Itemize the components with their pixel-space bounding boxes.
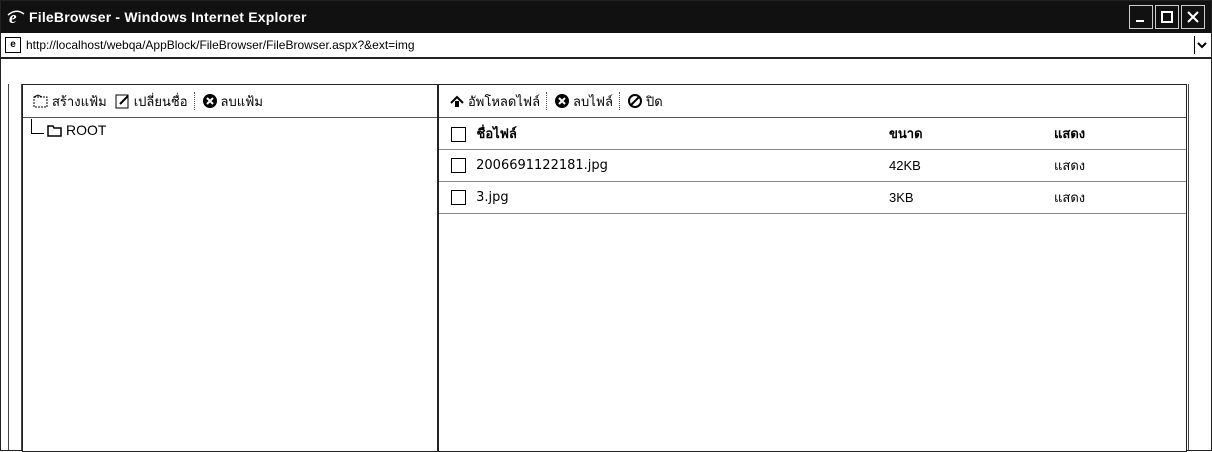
row-checkbox[interactable] <box>451 158 466 173</box>
address-bar: e http://localhost/webqa/AppBlock/FileBr… <box>1 33 1211 59</box>
ie-logo-icon: e <box>6 7 26 27</box>
maximize-icon[interactable] <box>1155 5 1179 29</box>
create-folder-label: สร้างแฟ้ม <box>52 94 107 110</box>
delete-x-icon <box>202 93 218 109</box>
cancel-icon <box>627 93 643 109</box>
delete-file-button[interactable]: ลบไฟล์ <box>550 89 617 113</box>
toolbar-separator <box>618 92 621 110</box>
file-toolbar: อัพโหลดไฟล์ ลบไฟล์ ปิด <box>439 85 1186 118</box>
tree-connector <box>31 118 44 134</box>
minimize-icon[interactable] <box>1129 5 1153 29</box>
folder-tree: ROOT <box>23 118 437 138</box>
new-folder-icon <box>33 93 49 109</box>
window-controls <box>1129 5 1205 29</box>
window-title: FileBrowser - Windows Internet Explorer <box>29 9 307 25</box>
table-header-row: ชื่อไฟล์ ขนาด แสดง <box>439 118 1186 150</box>
file-size: 42KB <box>889 158 921 173</box>
right-scroll-edge <box>1188 84 1205 450</box>
folder-toolbar: สร้างแฟ้ม เปลี่ยนชื่อ ลบแฟ้ม <box>23 85 437 118</box>
view-link[interactable]: แสดง <box>1054 150 1186 182</box>
file-size: 3KB <box>889 190 914 205</box>
address-url[interactable]: http://localhost/webqa/AppBlock/FileBrow… <box>26 38 1194 52</box>
tree-node-root[interactable]: ROOT <box>31 118 437 138</box>
folder-icon <box>47 122 63 138</box>
tree-root-label: ROOT <box>66 122 107 138</box>
upload-button[interactable]: อัพโหลดไฟล์ <box>445 89 544 113</box>
file-name: 3.jpg <box>476 190 509 205</box>
toolbar-separator <box>193 92 196 110</box>
file-table: ชื่อไฟล์ ขนาด แสดง 2006691122181.jpg 42K… <box>439 118 1186 214</box>
header-size: ขนาด <box>889 126 923 141</box>
view-link[interactable]: แสดง <box>1054 182 1186 214</box>
file-name: 2006691122181.jpg <box>476 158 608 173</box>
table-row: 2006691122181.jpg 42KB แสดง <box>439 150 1186 182</box>
delete-folder-button[interactable]: ลบแฟ้ม <box>198 89 267 113</box>
file-name-cell: 2006691122181.jpg <box>439 150 889 182</box>
folder-pane: สร้างแฟ้ม เปลี่ยนชื่อ ลบแฟ้ม ROOT <box>22 84 438 452</box>
file-name-cell: 3.jpg <box>439 182 889 214</box>
rename-icon <box>115 93 131 109</box>
left-scroll-edge <box>8 84 22 450</box>
rename-label: เปลี่ยนชื่อ <box>133 94 188 110</box>
delete-folder-label: ลบแฟ้ม <box>220 94 263 110</box>
delete-x-icon <box>554 93 570 109</box>
header-name-cell: ชื่อไฟล์ <box>439 118 889 150</box>
chevron-down-icon[interactable] <box>1194 36 1209 54</box>
delete-file-label: ลบไฟล์ <box>573 94 613 110</box>
upload-label: อัพโหลดไฟล์ <box>468 94 541 110</box>
select-all-checkbox[interactable] <box>451 127 466 142</box>
toolbar-separator <box>546 92 548 110</box>
row-checkbox[interactable] <box>451 190 466 205</box>
table-row: 3.jpg 3KB แสดง <box>439 182 1186 214</box>
close-label: ปิด <box>645 94 663 110</box>
rename-button[interactable]: เปลี่ยนชื่อ <box>111 89 192 113</box>
header-view: แสดง <box>1054 127 1086 142</box>
page-icon: e <box>5 37 21 53</box>
close-icon[interactable] <box>1181 5 1205 29</box>
close-button[interactable]: ปิด <box>623 89 667 113</box>
file-pane: อัพโหลดไฟล์ ลบไฟล์ ปิด ชื่อไฟล์ ขนาด แสด… <box>438 84 1187 452</box>
upload-icon <box>449 93 465 109</box>
header-name: ชื่อไฟล์ <box>476 127 517 142</box>
create-folder-button[interactable]: สร้างแฟ้ม <box>29 89 111 113</box>
title-bar: e FileBrowser - Windows Internet Explore… <box>1 1 1211 33</box>
